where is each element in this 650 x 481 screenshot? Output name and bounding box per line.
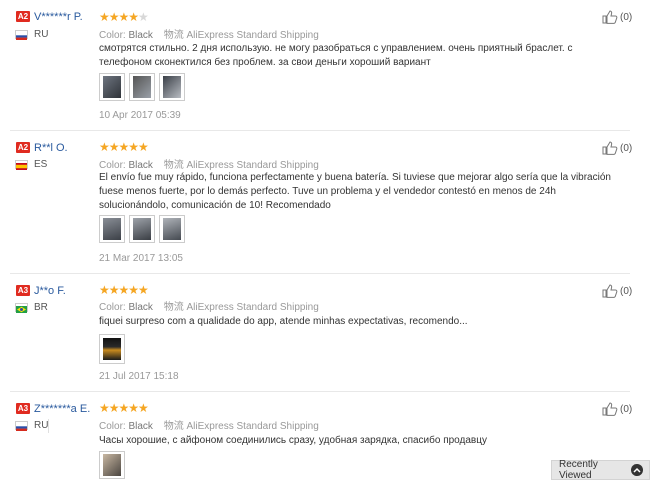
reviewer-name[interactable]: Z*******a E. (34, 403, 90, 415)
divider (10, 130, 630, 131)
spain-flag-icon (15, 160, 28, 170)
buyer-level-badge: A3 (16, 403, 30, 414)
shipping-icon: 物流 (163, 30, 184, 41)
order-info: Color: Black 物流 AliExpress Standard Ship… (99, 156, 319, 171)
review-image-thumb[interactable] (159, 73, 185, 101)
review-text: fiquei surpreso com a qualidade do app, … (99, 316, 468, 327)
shipping-method: AliExpress Standard Shipping (186, 421, 319, 432)
review-images (99, 451, 125, 479)
review-image-thumb[interactable] (99, 73, 125, 101)
thumbs-up-icon (602, 10, 618, 24)
helpful-button[interactable]: (0) (602, 10, 632, 24)
reviewer-name[interactable]: J**o F. (34, 285, 66, 297)
color-label: Color: (99, 30, 126, 41)
divider (10, 391, 630, 392)
buyer-level-badge: A2 (16, 142, 30, 153)
review-image-thumb[interactable] (99, 451, 125, 479)
shipping-method: AliExpress Standard Shipping (186, 30, 319, 41)
country-code: BR (34, 302, 48, 313)
color-value: Black (128, 302, 153, 313)
helpful-count: (0) (620, 11, 633, 23)
helpful-count: (0) (620, 142, 633, 154)
star-rating: ★★★★★ (99, 283, 149, 297)
review-text: Часы хорошие, с айфоном соединились сраз… (99, 435, 487, 446)
review-image-thumb[interactable] (99, 334, 125, 364)
order-info: Color: Black 物流 AliExpress Standard Ship… (99, 26, 319, 41)
review-images (99, 73, 185, 101)
thumbs-up-icon (602, 402, 618, 416)
shipping-icon: 物流 (163, 421, 184, 432)
review-date: 10 Apr 2017 05:39 (99, 110, 181, 121)
star-rating: ★★★★★ (99, 401, 149, 415)
star-rating: ★★★★★ (99, 140, 149, 154)
reviewer-name[interactable]: V******r P. (34, 11, 83, 23)
brazil-flag-icon (15, 303, 28, 313)
divider (10, 273, 630, 274)
buyer-level-badge: A3 (16, 285, 30, 296)
russia-flag-icon (15, 421, 28, 431)
thumbs-up-icon (602, 141, 618, 155)
review-image-thumb[interactable] (99, 215, 125, 243)
helpful-count: (0) (620, 285, 633, 297)
helpful-count: (0) (620, 403, 633, 415)
shipping-icon: 物流 (163, 302, 184, 313)
color-value: Black (128, 421, 153, 432)
recently-viewed-label: Recently Viewed (559, 459, 598, 481)
chevron-up-icon (631, 464, 643, 476)
shipping-icon: 物流 (163, 160, 184, 171)
reviewer-name[interactable]: R**l O. (34, 142, 68, 154)
review-text: смотрятся стильно. 2 дня использую. не м… (99, 43, 573, 68)
country-code: RU (34, 420, 49, 431)
helpful-button[interactable]: (0) (602, 402, 632, 416)
thumbs-up-icon (602, 284, 618, 298)
shipping-method: AliExpress Standard Shipping (186, 160, 319, 171)
color-label: Color: (99, 302, 126, 313)
review-image-thumb[interactable] (129, 73, 155, 101)
order-info: Color: Black 物流 AliExpress Standard Ship… (99, 417, 319, 432)
color-label: Color: (99, 160, 126, 171)
review-date: 21 Mar 2017 13:05 (99, 253, 183, 264)
review-images (99, 215, 185, 243)
helpful-button[interactable]: (0) (602, 284, 632, 298)
review-image-thumb[interactable] (159, 215, 185, 243)
shipping-method: AliExpress Standard Shipping (186, 302, 319, 313)
star-rating: ★★★★★ (99, 10, 149, 24)
review-date: 21 Jul 2017 15:18 (99, 371, 179, 382)
country-code: ES (34, 159, 48, 170)
color-label: Color: (99, 421, 126, 432)
russia-flag-icon (15, 30, 28, 40)
color-value: Black (128, 160, 153, 171)
recently-viewed-tab[interactable]: Recently Viewed (551, 459, 650, 481)
divider (48, 419, 49, 433)
color-value: Black (128, 30, 153, 41)
review-images (99, 334, 125, 364)
review-image-thumb[interactable] (129, 215, 155, 243)
buyer-level-badge: A2 (16, 11, 30, 22)
review-text: El envío fue muy rápido, funciona perfec… (99, 172, 611, 211)
order-info: Color: Black 物流 AliExpress Standard Ship… (99, 298, 319, 313)
helpful-button[interactable]: (0) (602, 141, 632, 155)
country-code: RU (34, 29, 49, 40)
